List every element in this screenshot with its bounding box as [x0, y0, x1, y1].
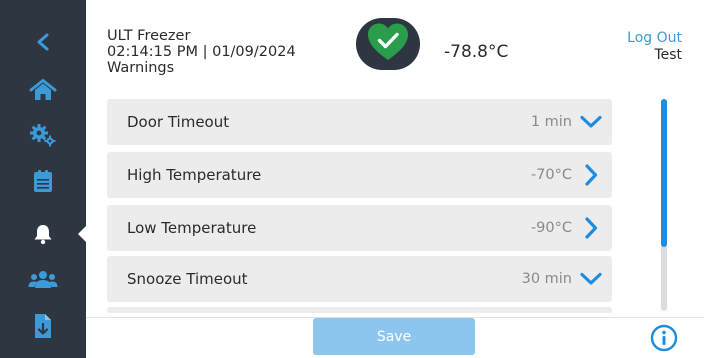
- status-indicator: [356, 18, 420, 70]
- logout-link[interactable]: Log Out: [627, 30, 682, 46]
- bell-icon: [32, 223, 54, 245]
- device-name: ULT Freezer: [107, 28, 191, 44]
- users-icon: [28, 270, 58, 290]
- chevron-down-icon[interactable]: [580, 268, 602, 290]
- setting-row-low-temperature[interactable]: Low Temperature -90°C: [107, 205, 612, 251]
- sidebar-item-settings[interactable]: [0, 115, 86, 155]
- settings-gears-icon: [29, 123, 57, 147]
- date-time: 02:14:15 PM | 01/09/2024: [107, 44, 296, 60]
- scrollbar-thumb[interactable]: [661, 99, 667, 247]
- setting-value: -90°C: [530, 220, 572, 236]
- chevron-right-icon[interactable]: [580, 164, 602, 186]
- setting-label: Low Temperature: [127, 219, 257, 237]
- list-scrollbar[interactable]: [661, 99, 667, 311]
- setting-value: 1 min: [530, 114, 572, 130]
- chevron-down-icon[interactable]: [580, 111, 602, 133]
- sidebar-item-log[interactable]: [0, 161, 86, 201]
- warnings-settings-list: Door Timeout 1 min High Temperature -70°…: [107, 99, 612, 313]
- setting-value: -70°C: [530, 167, 572, 183]
- save-button[interactable]: Save: [313, 318, 475, 355]
- sidebar: [0, 0, 87, 358]
- setting-value: 30 min: [521, 271, 572, 287]
- active-indicator: [78, 225, 87, 243]
- info-button[interactable]: [650, 324, 678, 352]
- back-button[interactable]: [0, 22, 86, 62]
- sidebar-item-warnings[interactable]: [0, 214, 86, 254]
- heart-check-icon: [366, 22, 410, 66]
- user-name: Test: [654, 47, 682, 63]
- clipboard-log-icon: [33, 169, 53, 193]
- home-icon: [29, 79, 57, 101]
- sidebar-item-home[interactable]: [0, 70, 86, 110]
- back-chevron-icon: [35, 33, 51, 51]
- setting-label: Door Timeout: [127, 113, 230, 131]
- setting-label: Snooze Timeout: [127, 270, 248, 288]
- file-download-icon: [33, 313, 53, 339]
- setting-label: High Temperature: [127, 166, 262, 184]
- setting-row-door-timeout[interactable]: Door Timeout 1 min: [107, 99, 612, 145]
- page-title: Warnings: [107, 60, 175, 76]
- setting-row-partial[interactable]: [107, 307, 612, 313]
- chevron-right-icon[interactable]: [580, 217, 602, 239]
- setting-row-snooze-timeout[interactable]: Snooze Timeout 30 min: [107, 256, 612, 302]
- sidebar-item-export[interactable]: [0, 306, 86, 346]
- device-info: ULT Freezer 02:14:15 PM | 01/09/2024 War…: [107, 28, 296, 76]
- sidebar-item-users[interactable]: [0, 260, 86, 300]
- current-temperature: -78.8°C: [444, 42, 509, 62]
- info-icon: [650, 324, 678, 356]
- setting-row-high-temperature[interactable]: High Temperature -70°C: [107, 152, 612, 198]
